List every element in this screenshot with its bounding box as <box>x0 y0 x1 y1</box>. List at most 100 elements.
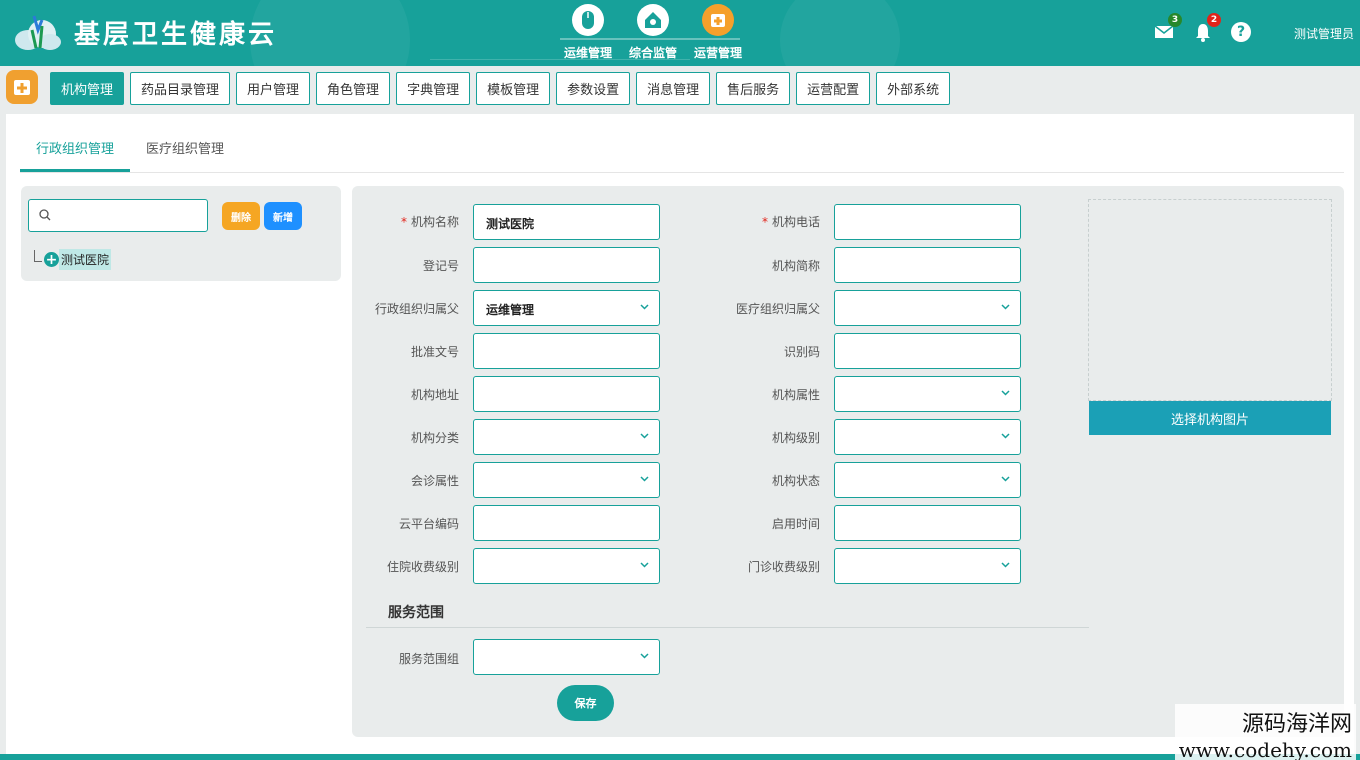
subnav-item-roles[interactable]: 角色管理 <box>316 72 391 105</box>
subnav-item-external-systems[interactable]: 外部系统 <box>876 72 951 105</box>
help-icon: ? <box>1231 22 1251 42</box>
subnav-tabs: 机构管理 药品目录管理 用户管理 角色管理 字典管理 模板管理 参数设置 消息管… <box>50 72 951 105</box>
subnav-item-users[interactable]: 用户管理 <box>236 72 311 105</box>
add-button[interactable]: 新增 <box>264 202 302 230</box>
pick-image-button[interactable]: 选择机构图片 <box>1089 401 1331 435</box>
inpatient-fee-level-select[interactable] <box>473 548 660 584</box>
chevron-down-icon <box>1001 390 1010 396</box>
field-value: 运维管理 <box>486 303 535 317</box>
bottom-strip <box>0 754 1360 760</box>
org-image-placeholder <box>1088 199 1332 401</box>
subnav-item-org-management[interactable]: 机构管理 <box>50 72 125 105</box>
field-label-admin-parent: 行政组织归属父 <box>374 302 459 316</box>
chevron-down-icon <box>640 476 649 482</box>
org-phone-input[interactable] <box>834 204 1021 240</box>
subnav-item-drug-catalog[interactable]: 药品目录管理 <box>130 72 231 105</box>
field-label-registration-no: 登记号 <box>422 259 459 273</box>
org-category-select[interactable] <box>473 419 660 455</box>
consult-attr-select[interactable] <box>473 462 660 498</box>
org-level-select[interactable] <box>834 419 1021 455</box>
org-tabs: 行政组织管理 医疗组织管理 <box>20 136 1344 173</box>
module-operations[interactable]: 运营管理 <box>688 4 748 64</box>
subnav-item-messages[interactable]: 消息管理 <box>636 72 711 105</box>
field-label-org-level: 机构级别 <box>771 431 820 445</box>
tree-search-input[interactable] <box>57 206 202 226</box>
field-label-org-short-name: 机构简称 <box>771 259 820 273</box>
chevron-down-icon <box>640 562 649 568</box>
search-icon <box>39 209 51 221</box>
subnav-item-templates[interactable]: 模板管理 <box>476 72 551 105</box>
chevron-down-icon <box>1001 304 1010 310</box>
org-address-input[interactable] <box>473 376 660 412</box>
field-label-approval-no: 批准文号 <box>410 345 459 359</box>
tree-connector <box>34 249 42 262</box>
outpatient-fee-level-select[interactable] <box>834 548 1021 584</box>
org-name-input[interactable]: 测试医院 <box>473 204 660 240</box>
module-label: 综合监管 <box>628 46 677 60</box>
subnav-item-after-sales[interactable]: 售后服务 <box>716 72 791 105</box>
app-title: 基层卫生健康云 <box>74 20 278 50</box>
hospital-calendar-icon <box>702 4 734 36</box>
delete-button[interactable]: 删除 <box>222 202 260 230</box>
service-group-select[interactable] <box>473 639 660 675</box>
mail-count-badge: 3 <box>1168 13 1182 27</box>
top-header: 基层卫生健康云 运维管理 综合监管 运营管理 3 2 ? 测试管理员 <box>0 0 1360 66</box>
field-label-org-address: 机构地址 <box>410 388 459 402</box>
medical-cross-icon: + <box>44 251 59 268</box>
field-label-enable-time: 启用时间 <box>771 517 820 531</box>
module-label: 运营管理 <box>693 46 742 60</box>
watermark-line1: 源码海洋网 <box>1241 712 1352 737</box>
field-label-medical-parent: 医疗组织归属父 <box>735 302 820 316</box>
notification-count-badge: 2 <box>1207 13 1221 27</box>
org-short-name-input[interactable] <box>834 247 1021 283</box>
chevron-down-icon <box>1001 562 1010 568</box>
chevron-down-icon <box>640 304 649 310</box>
tree-node-label: 测试医院 <box>59 249 112 270</box>
org-status-select[interactable] <box>834 462 1021 498</box>
mail-button[interactable]: 3 <box>1152 13 1182 44</box>
field-label-org-category: 机构分类 <box>410 431 459 445</box>
module-label: 运维管理 <box>563 46 612 60</box>
user-name[interactable]: 测试管理员 <box>1294 25 1354 42</box>
org-tree-panel: 删除 新增 + 测试医院 <box>21 186 341 281</box>
module-supervision[interactable]: 综合监管 <box>623 4 683 64</box>
required-mark: * <box>761 215 768 229</box>
org-attribute-select[interactable] <box>834 376 1021 412</box>
notification-button[interactable]: 2 <box>1191 13 1221 44</box>
header-decoration <box>780 0 900 66</box>
section-divider <box>366 627 1089 628</box>
cloud-logo-icon <box>12 10 62 52</box>
tree-search-box <box>28 199 208 232</box>
main-panel: 行政组织管理 医疗组织管理 删除 新增 + 测试医院 * 机构名称 测试医院 登记… <box>6 114 1354 754</box>
chevron-down-icon <box>1001 433 1010 439</box>
cloud-code-input[interactable] <box>473 505 660 541</box>
medical-parent-select[interactable] <box>834 290 1021 326</box>
chevron-down-icon <box>1001 476 1010 482</box>
approval-no-input[interactable] <box>473 333 660 369</box>
field-label-inpatient-fee-level: 住院收费级别 <box>386 560 459 574</box>
watermark: 源码海洋网 www.codehy.com <box>1174 704 1356 760</box>
tab-medical-org[interactable]: 医疗组织管理 <box>130 136 240 172</box>
field-label-consult-attr: 会诊属性 <box>410 474 459 488</box>
subnav-item-dictionary[interactable]: 字典管理 <box>396 72 471 105</box>
identification-code-input[interactable] <box>834 333 1021 369</box>
field-label-identification-code: 识别码 <box>783 345 820 359</box>
help-button[interactable]: ? <box>1229 20 1253 44</box>
field-value: 测试医院 <box>486 217 535 231</box>
house-monitor-icon <box>637 4 669 36</box>
admin-parent-select[interactable]: 运维管理 <box>473 290 660 326</box>
mail-icon <box>1154 25 1174 38</box>
chevron-down-icon <box>640 653 649 659</box>
org-form-panel: * 机构名称 测试医院 登记号 行政组织归属父 运维管理 批准文号 机构地址 机构… <box>352 186 1344 737</box>
subnav-item-operation-config[interactable]: 运营配置 <box>796 72 871 105</box>
sub-navigation: 机构管理 药品目录管理 用户管理 角色管理 字典管理 模板管理 参数设置 消息管… <box>0 66 1360 114</box>
module-ops[interactable]: 运维管理 <box>558 4 618 64</box>
registration-no-input[interactable] <box>473 247 660 283</box>
subnav-item-parameters[interactable]: 参数设置 <box>556 72 631 105</box>
chevron-down-icon <box>640 433 649 439</box>
tree-node[interactable]: + 测试医院 <box>34 249 112 270</box>
enable-time-input[interactable] <box>834 505 1021 541</box>
tab-admin-org[interactable]: 行政组织管理 <box>20 136 130 172</box>
field-label-service-group: 服务范围组 <box>398 652 459 666</box>
save-button[interactable]: 保存 <box>557 685 614 721</box>
